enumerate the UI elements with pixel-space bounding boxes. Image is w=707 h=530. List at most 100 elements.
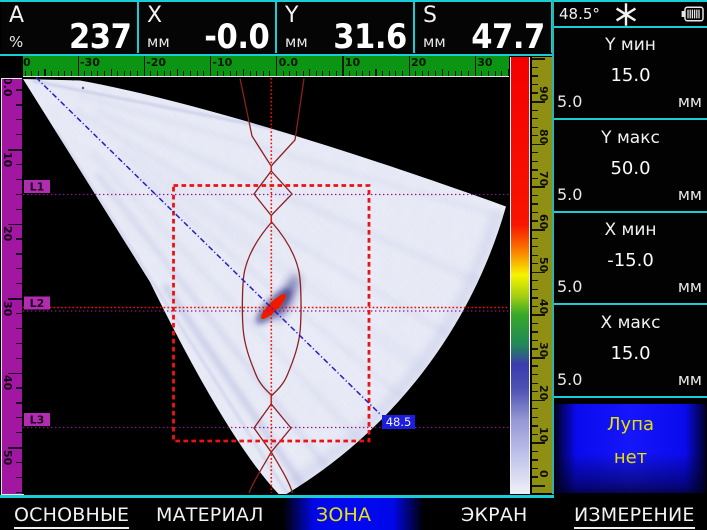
menu-tab-5[interactable]: ИЗМЕРЕНИЕ <box>574 504 695 529</box>
measurement-value: 237 <box>68 17 131 57</box>
flaw-detector-screen: A%237Xмм-0.0Yмм31.6Sмм47.7 48.5° <box>0 0 707 530</box>
param-value: 50.0 <box>554 158 707 179</box>
level-label-L2: L2 <box>24 297 50 311</box>
amplitude-ruler-tick <box>532 306 538 307</box>
x-ruler-label: -20 <box>146 56 166 69</box>
param-title: Y макс <box>554 128 707 148</box>
fan-texture <box>22 77 510 494</box>
amplitude-ruler-tick <box>532 255 538 256</box>
param-step: 5.0 <box>557 277 582 296</box>
amplitude-ruler-tick <box>532 408 538 409</box>
amplitude-ruler-tick <box>532 348 538 349</box>
x-ruler-tick <box>177 69 178 76</box>
amplitude-ruler-label: 30 <box>537 342 550 357</box>
amplitude-ruler-tick <box>532 110 538 111</box>
amplitude-ruler-tick <box>532 152 538 153</box>
x-ruler-label: 20 <box>411 56 426 69</box>
amplitude-ruler-tick <box>532 161 538 162</box>
x-ruler-tick <box>144 56 145 76</box>
measurement-label: A <box>9 3 24 28</box>
sector-scan-plot[interactable]: L1L2L348.5 <box>22 77 510 494</box>
depth-ruler-tick <box>8 149 23 151</box>
amplitude-ruler-tick <box>532 331 538 332</box>
amplitude-ruler-tick <box>532 340 538 341</box>
svg-text:L2: L2 <box>30 297 45 310</box>
param-unit: мм <box>678 185 702 204</box>
param-title: X мин <box>554 220 707 240</box>
amplitude-ruler-tick <box>532 178 538 179</box>
x-ruler-tick <box>442 69 443 76</box>
amplitude-ruler-tick <box>532 289 538 290</box>
measurement-label: S <box>423 3 437 28</box>
measurement-cell-Y: Yмм31.6 <box>277 2 413 53</box>
amplitude-ruler-label: 60 <box>537 214 550 229</box>
depth-ruler-tick <box>8 224 23 226</box>
svg-text:48.5: 48.5 <box>386 415 412 429</box>
amplitude-ruler-tick <box>532 203 538 204</box>
panel-separator <box>554 396 707 398</box>
param-box-4[interactable]: X макс15.05.0мм <box>554 306 707 396</box>
amplitude-ruler-label: 90 <box>537 86 550 101</box>
magnifier-box[interactable]: Лупанет <box>555 404 706 493</box>
param-step: 5.0 <box>557 92 582 111</box>
amplitude-ruler-tick <box>532 118 538 119</box>
menu-tab-3[interactable]: ЗОНА <box>316 504 371 526</box>
x-ruler-tick <box>111 69 112 76</box>
x-ruler-label: -30 <box>80 56 100 69</box>
menu-tab-2[interactable]: МАТЕРИАЛ <box>156 504 264 526</box>
menu-tab-4[interactable]: ЭКРАН <box>461 504 528 526</box>
battery-icon <box>681 6 704 26</box>
amplitude-ruler-tick <box>532 195 538 196</box>
amplitude-ruler-label: 50 <box>537 257 550 272</box>
amplitude-ruler-tick <box>532 323 538 324</box>
x-ruler-tick <box>78 56 79 76</box>
param-title: Y мин <box>554 35 707 55</box>
zone-parameter-panel: Y мин 15.0 5.0 мм Y макс 50.0 5.0 мм X мин-15.05… <box>554 28 707 494</box>
amplitude-ruler-label: 20 <box>537 385 550 400</box>
speckle-dot <box>72 79 74 81</box>
x-ruler-label: 10 <box>345 56 360 69</box>
measurement-unit: мм <box>147 33 170 51</box>
depth-ruler-tick <box>8 447 23 449</box>
amplitude-ruler-tick <box>532 127 538 128</box>
measurement-unit: мм <box>285 33 308 51</box>
level-label-L3: L3 <box>24 413 50 427</box>
depth-ruler-label: 0.0 <box>1 78 14 97</box>
param-box-2[interactable]: Y макс50.05.0мм <box>554 121 707 211</box>
x-ruler-tick <box>475 56 476 76</box>
amplitude-ruler-tick <box>532 280 538 281</box>
param-box-1[interactable]: Y мин15.05.0мм <box>554 28 707 118</box>
depth-ruler: 0.01020304050 <box>1 78 24 495</box>
depth-ruler-tick <box>8 373 23 375</box>
menu-tab-1[interactable]: ОСНОВНЫЕ <box>14 504 129 529</box>
measurement-value: -0.0 <box>204 17 269 57</box>
amplitude-colorbar <box>510 57 530 494</box>
speckle-dot <box>229 91 231 93</box>
amplitude-ruler-tick <box>532 391 538 392</box>
amplitude-ruler-tick <box>532 425 538 426</box>
amplitude-ruler-label: 40 <box>537 299 550 314</box>
speckle-dot <box>344 100 346 102</box>
param-value: 15.0 <box>554 343 707 364</box>
measurement-cell-A: A%237 <box>1 2 137 53</box>
colorbar-gradient <box>511 57 529 494</box>
amplitude-ruler-tick <box>532 220 538 221</box>
measurement-cell-S: Sмм47.7 <box>415 2 551 53</box>
x-ruler-label: 30 <box>477 56 492 69</box>
measurement-label: X <box>147 3 162 28</box>
amplitude-ruler-label: 0 <box>537 470 550 478</box>
x-ruler-label: -10 <box>212 56 232 69</box>
param-value: 15.0 <box>554 65 707 86</box>
x-ruler-tick <box>375 69 376 76</box>
amplitude-ruler-tick <box>532 383 538 384</box>
param-box-3[interactable]: X мин-15.05.0мм <box>554 213 707 303</box>
measurement-value: 31.6 <box>333 17 407 57</box>
x-ruler-tick <box>276 56 277 76</box>
param-unit: мм <box>678 370 702 389</box>
x-ruler-label: 0.0 <box>279 56 299 69</box>
amplitude-ruler-tick <box>532 365 538 366</box>
param-title: X макс <box>554 313 707 333</box>
speckle-dot <box>121 83 123 85</box>
speckle-dot <box>57 78 59 80</box>
amplitude-ruler-tick <box>532 169 538 170</box>
